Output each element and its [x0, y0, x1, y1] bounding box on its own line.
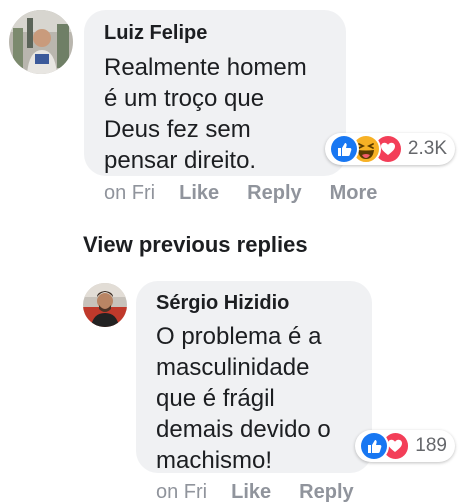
like-button[interactable]: Like: [179, 182, 219, 205]
comment-bubble: Luiz Felipe Realmente homem é um troço q…: [84, 10, 346, 176]
comment-author[interactable]: Luiz Felipe: [104, 21, 207, 45]
reply-text-line: machismo!: [156, 447, 273, 474]
comment-text-line: é um troço que: [104, 85, 265, 112]
like-button[interactable]: Like: [231, 481, 271, 504]
reactions-summary[interactable]: 189: [355, 430, 455, 462]
reply-text: O problema é a masculinidade que é frági…: [156, 321, 366, 476]
reactions-summary[interactable]: 2.3K: [325, 133, 455, 165]
reply-timestamp[interactable]: on Fri: [156, 481, 207, 504]
comment-text-line: pensar direito.: [104, 147, 257, 174]
reply-button[interactable]: Reply: [247, 182, 301, 205]
avatar[interactable]: [9, 10, 73, 74]
reply-text-line: demais devido o: [156, 416, 331, 443]
reaction-count: 2.3K: [407, 138, 447, 159]
like-reaction-icon: [359, 431, 389, 461]
view-previous-replies-link[interactable]: View previous replies: [83, 232, 308, 258]
reply-author[interactable]: Sérgio Hizidio: [156, 291, 289, 315]
comment-text: Realmente homem é um troço que Deus fez …: [104, 52, 334, 176]
reply-actions: on Fri Like Reply: [156, 481, 382, 504]
avatar[interactable]: [83, 283, 127, 327]
comment-timestamp[interactable]: on Fri: [104, 182, 155, 205]
comment-text-line: Realmente homem: [104, 54, 307, 81]
reply-bubble: Sérgio Hizidio O problema é a masculinid…: [136, 281, 372, 476]
comment-actions: on Fri Like Reply More: [104, 182, 405, 205]
like-reaction-icon: [329, 134, 359, 164]
reaction-count: 189: [415, 435, 447, 456]
reply-button[interactable]: Reply: [299, 481, 353, 504]
comment-thread: Luiz Felipe Realmente homem é um troço q…: [0, 0, 459, 504]
more-button[interactable]: More: [330, 182, 378, 205]
comment-text-line: Deus fez sem: [104, 116, 251, 143]
reply-text-line: que é frágil: [156, 385, 275, 412]
reply-text-line: masculinidade: [156, 354, 310, 381]
reply-text-line: O problema é a: [156, 323, 322, 350]
